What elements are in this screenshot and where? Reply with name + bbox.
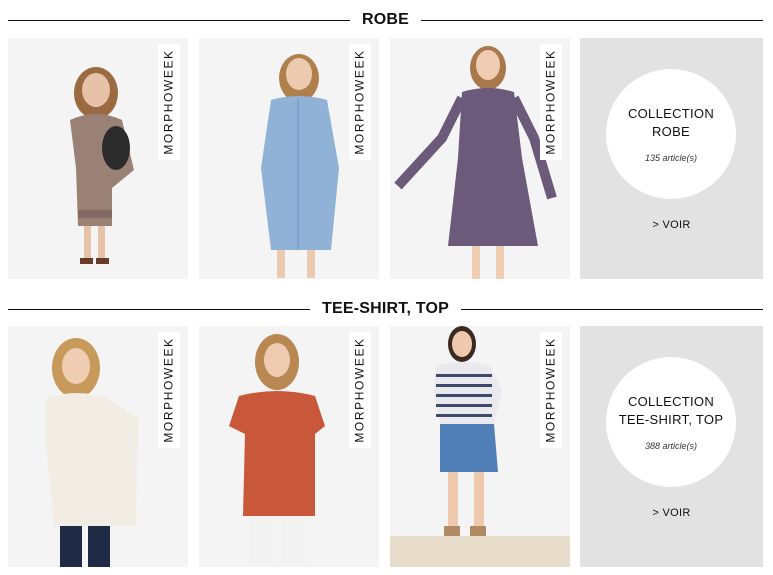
product-card[interactable]: MORPHOWEEK [390, 326, 570, 567]
morphoweek-tag: MORPHOWEEK [540, 332, 562, 448]
product-row-robe: MORPHOWEEK MORPHOWEEK MORPHOWEEK COLLECT… [8, 38, 763, 279]
section-header-robe: ROBE [8, 8, 763, 32]
divider-left [8, 19, 350, 21]
product-card[interactable]: MORPHOWEEK [199, 326, 379, 567]
morphoweek-tag: MORPHOWEEK [158, 44, 180, 160]
collection-title: COLLECTION ROBE [627, 106, 715, 139]
voir-link[interactable]: > VOIR [580, 219, 763, 231]
divider-right [460, 308, 763, 310]
product-card[interactable]: MORPHOWEEK [199, 38, 379, 279]
product-row-tee-shirt-top: MORPHOWEEK MORPHOWEEK MORPHOWEEK COLLECT… [8, 326, 763, 567]
section-header-tee-shirt-top: TEE-SHIRT, TOP [8, 297, 763, 321]
catalog-page: ROBE MORPHOWEEK MORPHOWEEK MORPHOWEEK CO… [0, 0, 773, 575]
morphoweek-tag: MORPHOWEEK [349, 44, 371, 160]
voir-link[interactable]: > VOIR [580, 507, 763, 519]
product-card[interactable]: MORPHOWEEK [8, 326, 188, 567]
collection-circle: COLLECTION TEE-SHIRT, TOP 388 article(s) [606, 357, 736, 487]
collection-count: 388 article(s) [644, 441, 698, 451]
product-card[interactable]: MORPHOWEEK [8, 38, 188, 279]
collection-card-robe[interactable]: COLLECTION ROBE 135 article(s) > VOIR [580, 38, 763, 279]
section-title: TEE-SHIRT, TOP [322, 300, 449, 317]
collection-card-tee-shirt-top[interactable]: COLLECTION TEE-SHIRT, TOP 388 article(s)… [580, 326, 763, 567]
collection-title: COLLECTION TEE-SHIRT, TOP [618, 394, 724, 427]
morphoweek-tag: MORPHOWEEK [349, 332, 371, 448]
divider-right [421, 19, 763, 21]
morphoweek-tag: MORPHOWEEK [540, 44, 562, 160]
product-card[interactable]: MORPHOWEEK [390, 38, 570, 279]
section-title: ROBE [361, 11, 410, 28]
divider-left [8, 308, 311, 310]
collection-count: 135 article(s) [644, 153, 698, 163]
morphoweek-tag: MORPHOWEEK [158, 332, 180, 448]
collection-circle: COLLECTION ROBE 135 article(s) [606, 69, 736, 199]
